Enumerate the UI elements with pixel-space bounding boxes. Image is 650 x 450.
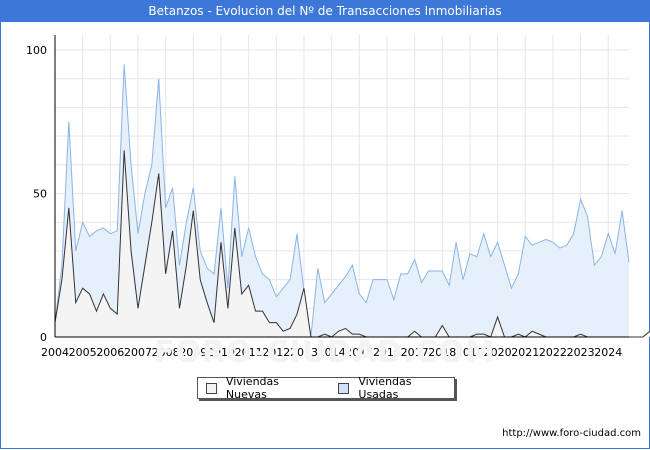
legend-swatch-nuevas	[206, 382, 217, 394]
legend-item-usadas: Viviendas Usadas	[338, 375, 454, 401]
legend-swatch-usadas	[338, 382, 350, 394]
legend: Viviendas Nuevas Viviendas Usadas	[197, 375, 455, 401]
legend-item-nuevas: Viviendas Nuevas	[206, 375, 322, 401]
legend-label-usadas: Viviendas Usadas	[358, 375, 412, 401]
source-link[interactable]: http://www.foro-ciudad.com	[502, 428, 641, 439]
watermark-text: FORO-CIUDAD.COM	[154, 335, 496, 370]
y-tick-label: 50	[33, 188, 47, 201]
legend-label-nuevas: Viviendas Nuevas	[225, 375, 280, 401]
y-tick-label: 100	[26, 44, 47, 57]
